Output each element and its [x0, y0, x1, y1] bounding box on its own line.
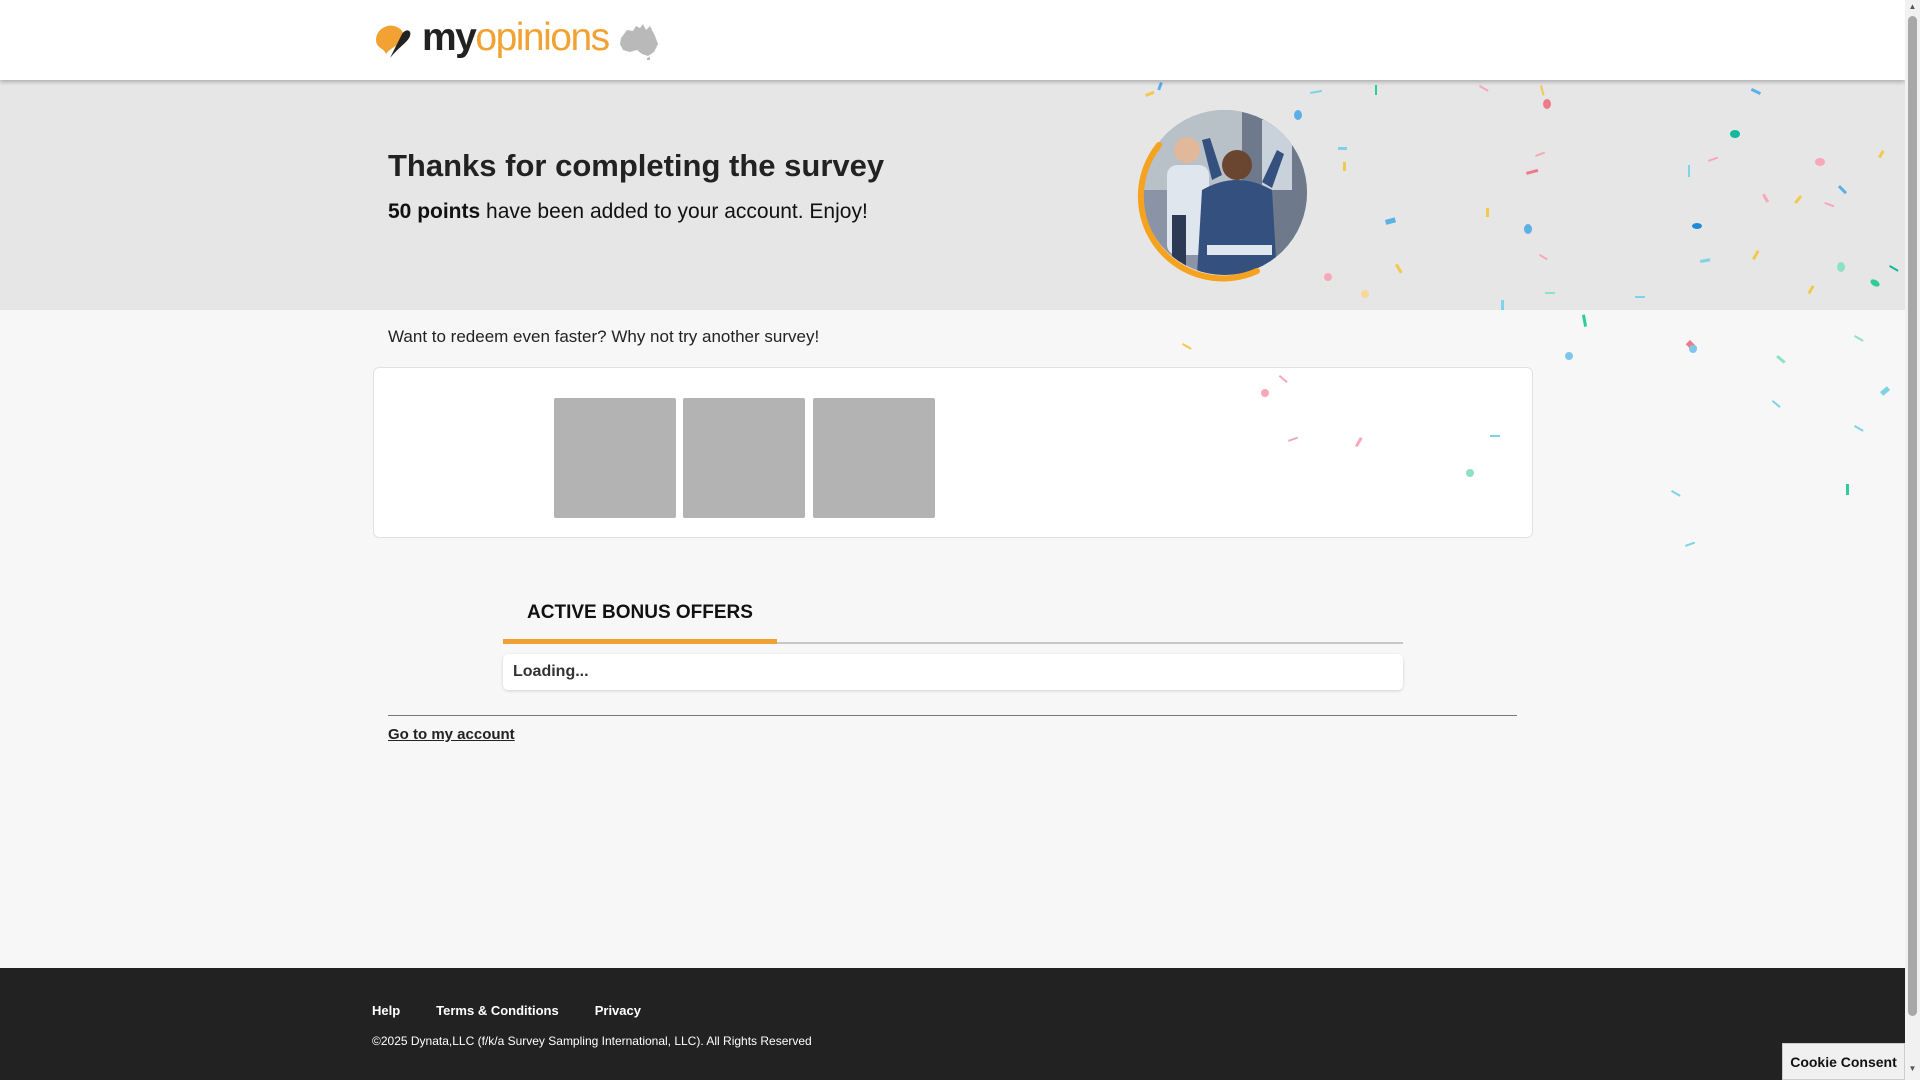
completion-hero: Thanks for completing the survey 50 poin…: [0, 80, 1905, 310]
footer-link-help[interactable]: Help: [372, 1003, 400, 1018]
myopinions-logo[interactable]: myopinions: [372, 18, 661, 62]
go-to-account-link[interactable]: Go to my account: [388, 726, 515, 743]
survey-tile[interactable]: [683, 398, 805, 518]
site-footer: Help Terms & Conditions Privacy ©2025 Dy…: [0, 968, 1905, 1080]
cookie-consent-button[interactable]: Cookie Consent: [1782, 1043, 1905, 1080]
survey-tile[interactable]: [554, 398, 676, 518]
footer-link-terms[interactable]: Terms & Conditions: [436, 1003, 559, 1018]
photo-ring: [1137, 142, 1260, 282]
points-amount: 50 points: [388, 200, 481, 223]
tab-active-bonus-offers[interactable]: ACTIVE BONUS OFFERS: [503, 590, 777, 644]
page-scrollbar[interactable]: ▲ ▼: [1905, 0, 1920, 1080]
bonus-tabs: ACTIVE BONUS OFFERS: [503, 590, 1403, 644]
points-message-text: have been added to your account. Enjoy!: [480, 200, 868, 223]
logo-wordmark: myopinions: [422, 15, 610, 59]
survey-tile[interactable]: [813, 398, 935, 518]
survey-carousel: [373, 367, 1533, 538]
points-message: 50 points have been added to your accoun…: [388, 200, 868, 224]
scroll-down-arrow-icon[interactable]: ▼: [1907, 1064, 1918, 1078]
page-title: Thanks for completing the survey: [388, 148, 885, 183]
copyright-text: ©2025 Dynata,LLC (f/k/a Survey Sampling …: [372, 1034, 812, 1048]
scroll-up-arrow-icon[interactable]: ▲: [1907, 2, 1918, 16]
logo-mark-icon: [376, 25, 411, 58]
scroll-thumb[interactable]: [1908, 16, 1917, 1016]
section-divider: [388, 715, 1517, 716]
redeem-prompt: Want to redeem even faster? Why not try …: [388, 327, 820, 346]
bonus-offers-loading: Loading...: [503, 654, 1403, 690]
australia-map-icon: [619, 24, 658, 60]
site-header: myopinions: [0, 0, 1905, 80]
footer-links: Help Terms & Conditions Privacy: [372, 1003, 641, 1018]
footer-link-privacy[interactable]: Privacy: [595, 1003, 641, 1018]
